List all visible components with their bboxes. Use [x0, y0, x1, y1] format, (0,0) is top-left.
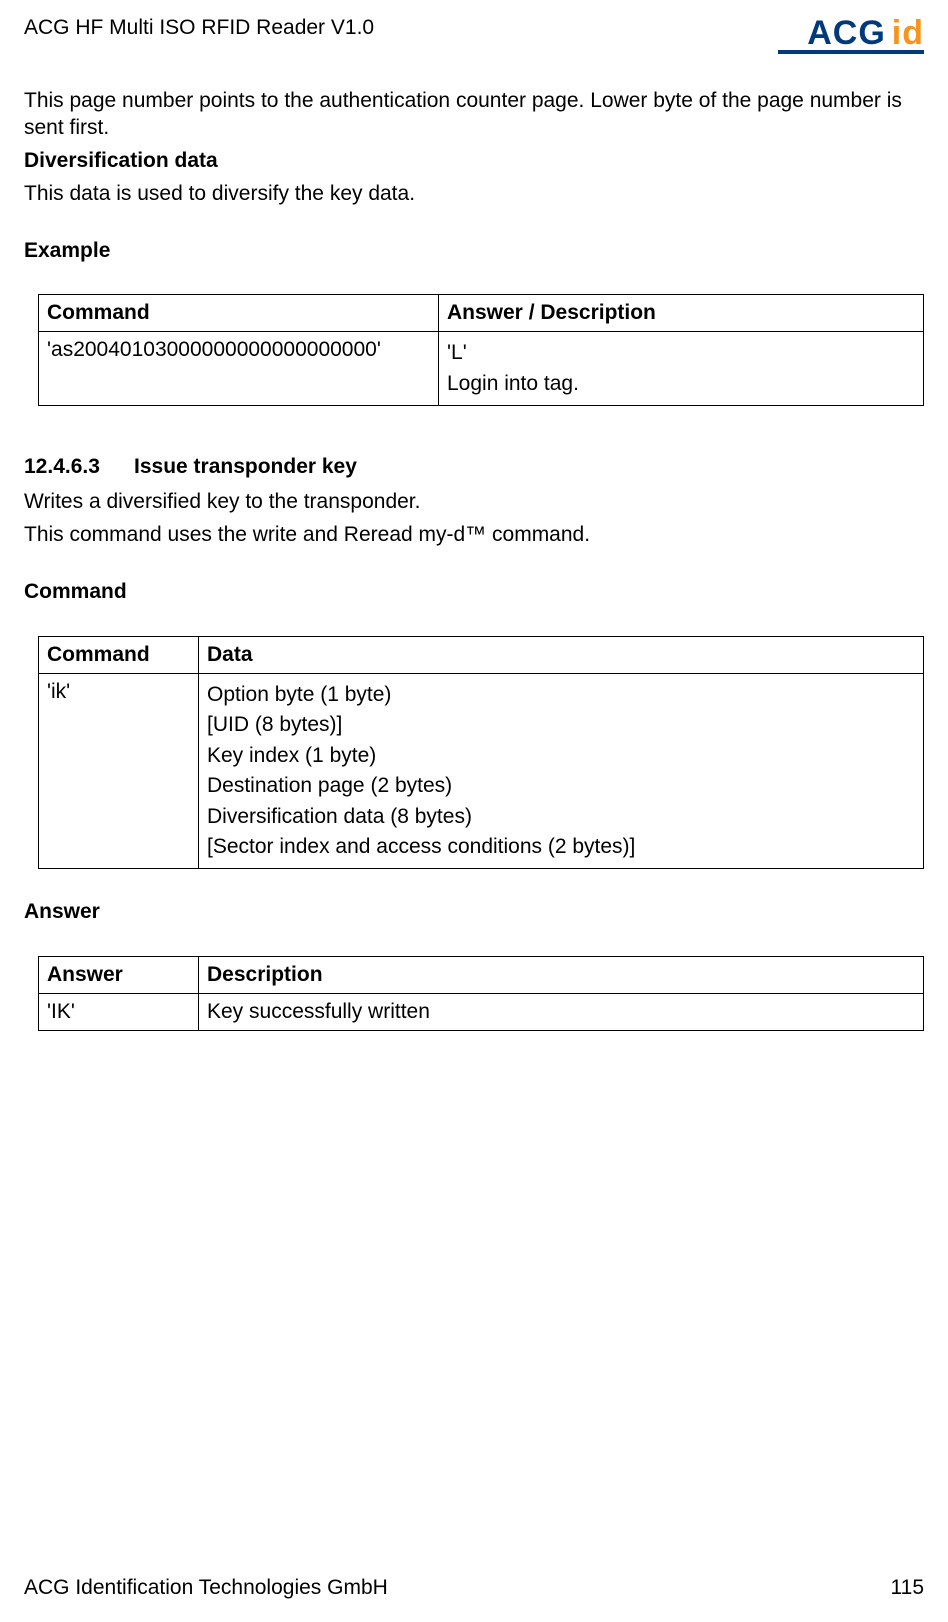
table-row: Command Data: [39, 636, 924, 673]
data-line: [Sector index and access conditions (2 b…: [207, 832, 915, 862]
table-row: Answer Description: [39, 957, 924, 994]
logo-main: ACG: [807, 14, 886, 53]
data-line: Destination page (2 bytes): [207, 771, 915, 801]
logo-text: ACG id: [807, 14, 924, 53]
data-line: Key index (1 byte): [207, 741, 915, 771]
table-row: Command Answer / Description: [39, 295, 924, 332]
logo-underline: [778, 50, 924, 54]
answer-desc: Login into tag.: [447, 369, 915, 399]
section-title: Issue transponder key: [134, 455, 357, 478]
answer-table: Answer Description 'IK' Key successfully…: [38, 956, 924, 1031]
th-command: Command: [39, 636, 199, 673]
table-row: 'ik' Option byte (1 byte) [UID (8 bytes)…: [39, 673, 924, 869]
th-command: Command: [39, 295, 439, 332]
subheading-answer: Answer: [24, 899, 924, 926]
doc-title: ACG HF Multi ISO RFID Reader V1.0: [24, 14, 374, 40]
td-data: Option byte (1 byte) [UID (8 bytes)] Key…: [199, 673, 924, 869]
td-command: 'ik': [39, 673, 199, 869]
data-line: Option byte (1 byte): [207, 680, 915, 710]
paragraph: This data is used to diversify the key d…: [24, 181, 924, 208]
td-answer: 'IK': [39, 994, 199, 1031]
td-answer: 'L' Login into tag.: [439, 332, 924, 406]
th-data: Data: [199, 636, 924, 673]
logo-sub: id: [892, 14, 924, 53]
command-table: Command Data 'ik' Option byte (1 byte) […: [38, 636, 924, 870]
section-heading: 12.4.6.3Issue transponder key: [24, 454, 924, 481]
footer-company: ACG Identification Technologies GmbH: [24, 1576, 388, 1600]
section-number: 12.4.6.3: [24, 454, 134, 481]
paragraph: This page number points to the authentic…: [24, 88, 924, 142]
subheading-command: Command: [24, 579, 924, 606]
subheading-example: Example: [24, 238, 924, 265]
page-footer: ACG Identification Technologies GmbH 115: [24, 1576, 924, 1600]
paragraph: This command uses the write and Reread m…: [24, 522, 924, 549]
logo: ACG id: [778, 14, 924, 54]
page-header: ACG HF Multi ISO RFID Reader V1.0 ACG id: [24, 14, 924, 54]
example-table: Command Answer / Description 'as20040103…: [38, 294, 924, 406]
paragraph: Writes a diversified key to the transpon…: [24, 489, 924, 516]
subheading-diversification: Diversification data: [24, 148, 924, 175]
table-row: 'as20040103000000000000000000' 'L' Login…: [39, 332, 924, 406]
answer-code: 'L': [447, 338, 915, 368]
td-description: Key successfully written: [199, 994, 924, 1031]
data-line: [UID (8 bytes)]: [207, 710, 915, 740]
th-answer: Answer: [39, 957, 199, 994]
page-number: 115: [891, 1576, 924, 1600]
table-row: 'IK' Key successfully written: [39, 994, 924, 1031]
th-description: Description: [199, 957, 924, 994]
data-line: Diversification data (8 bytes): [207, 802, 915, 832]
td-command: 'as20040103000000000000000000': [39, 332, 439, 406]
th-answer: Answer / Description: [439, 295, 924, 332]
